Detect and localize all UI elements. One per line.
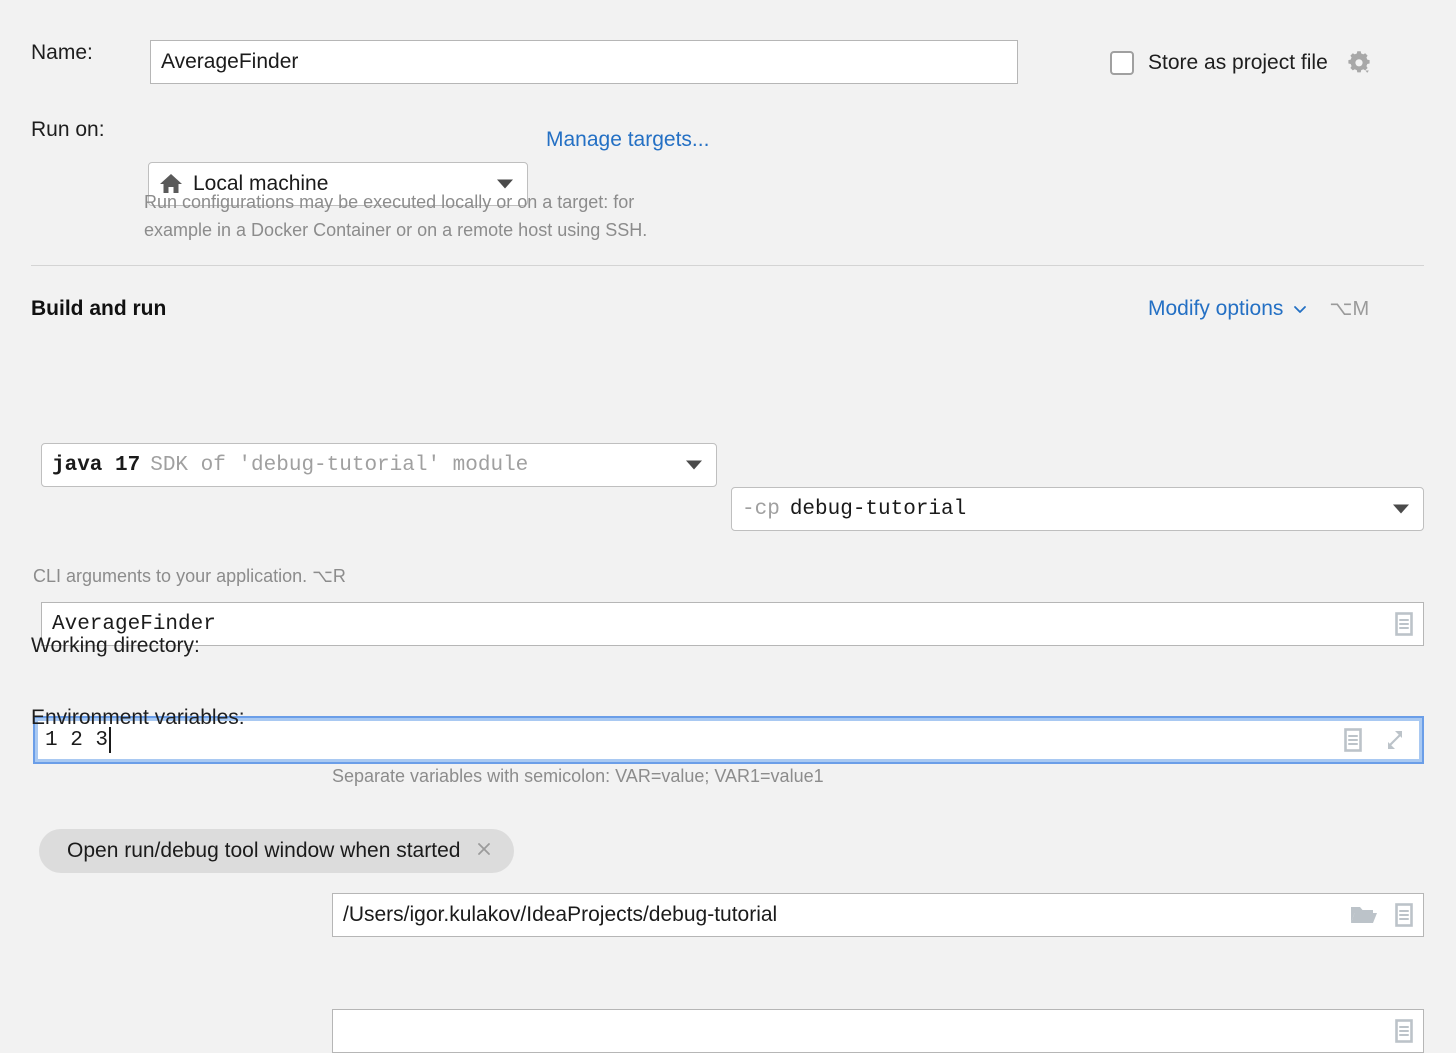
expand-list-icon[interactable] (1393, 611, 1415, 637)
main-class-input[interactable]: AverageFinder (41, 602, 1424, 646)
working-directory-row: Working directory: (31, 634, 200, 658)
jdk-secondary-value: SDK of 'debug-tutorial' module (150, 453, 529, 477)
program-arguments-hint: CLI arguments to your application. ⌥R (33, 566, 346, 586)
environment-variables-input[interactable] (332, 1009, 1424, 1053)
classpath-value: debug-tutorial (789, 497, 967, 521)
expand-fullscreen-icon[interactable] (1382, 727, 1408, 753)
run-on-row: Run on: (31, 118, 105, 142)
working-directory-value: /Users/igor.kulakov/IdeaProjects/debug-t… (343, 903, 778, 926)
name-row: Name: (31, 41, 93, 65)
expand-list-icon[interactable] (1393, 1018, 1415, 1044)
name-input-value: AverageFinder (161, 50, 299, 73)
chevron-down-icon (1393, 504, 1409, 514)
environment-variables-row: Environment variables: (31, 706, 245, 730)
main-class-value: AverageFinder (52, 612, 216, 636)
modify-options-shortcut: ⌥M (1329, 298, 1370, 320)
manage-targets-link[interactable]: Manage targets... (546, 128, 709, 152)
run-on-description-line2: example in a Docker Container or on a re… (144, 220, 648, 240)
folder-icon[interactable] (1349, 902, 1379, 928)
store-as-project-file-row: Store as project file (1110, 49, 1374, 77)
open-tool-window-chip-label: Open run/debug tool window when started (67, 839, 461, 862)
classpath-prefix: -cp (742, 497, 780, 521)
working-directory-label: Working directory: (31, 634, 200, 657)
program-arguments-value: 1 2 3 (45, 728, 109, 752)
text-caret (109, 727, 112, 753)
environment-variables-label: Environment variables: (31, 706, 245, 729)
build-and-run-title: Build and run (31, 297, 167, 320)
modify-options-link[interactable]: Modify options (1148, 297, 1283, 321)
jdk-combo[interactable]: java 17 SDK of 'debug-tutorial' module (41, 443, 717, 487)
environment-variables-hint: Separate variables with semicolon: VAR=v… (332, 766, 824, 786)
close-icon[interactable] (474, 839, 494, 863)
section-separator (31, 265, 1424, 266)
open-tool-window-chip[interactable]: Open run/debug tool window when started (39, 829, 515, 873)
gear-dropdown-icon[interactable] (1344, 49, 1374, 77)
store-as-project-file-checkbox[interactable] (1110, 51, 1134, 75)
modify-options-row: Modify options ⌥M (1148, 296, 1369, 321)
classpath-combo[interactable]: -cp debug-tutorial (731, 487, 1424, 531)
name-input[interactable]: AverageFinder (150, 40, 1018, 84)
run-on-description-line1: Run configurations may be executed local… (144, 192, 635, 212)
jdk-primary-value: java 17 (52, 453, 141, 477)
working-directory-input[interactable]: /Users/igor.kulakov/IdeaProjects/debug-t… (332, 893, 1424, 937)
name-label: Name: (31, 41, 93, 64)
chevron-down-icon (686, 460, 702, 470)
run-on-label: Run on: (31, 118, 105, 141)
chevron-down-icon[interactable] (1292, 301, 1308, 317)
expand-list-icon[interactable] (1393, 902, 1415, 928)
expand-list-icon[interactable] (1342, 727, 1364, 753)
store-as-project-file-label: Store as project file (1148, 51, 1328, 74)
